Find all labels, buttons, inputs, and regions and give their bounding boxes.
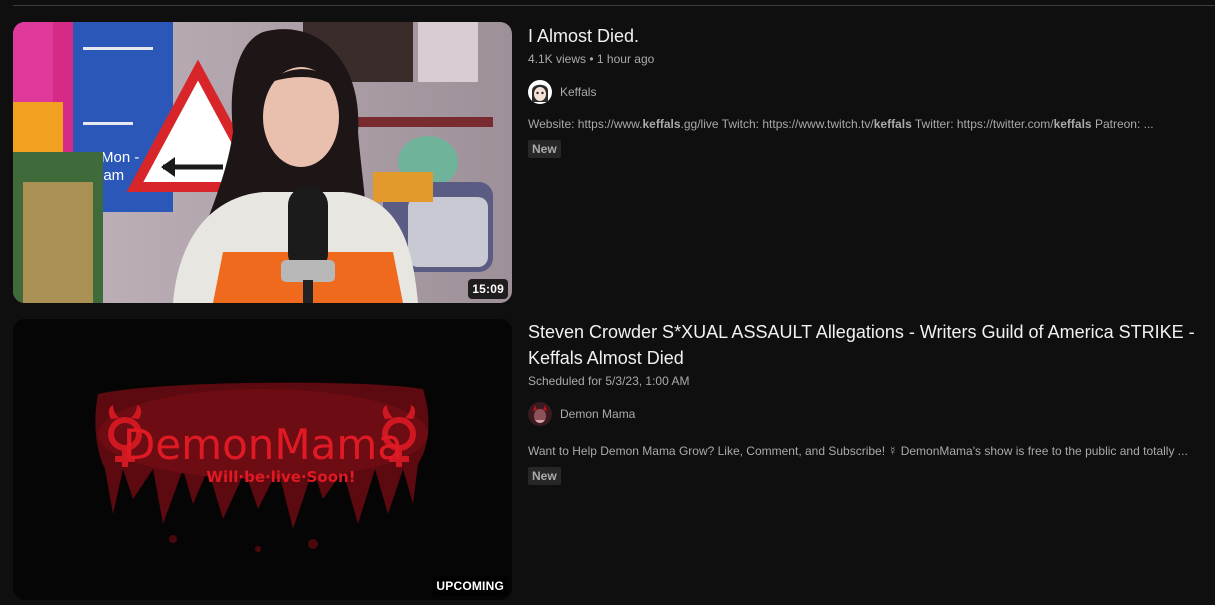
upcoming-badge: UPCOMING [432,576,508,596]
video-thumbnail-2[interactable]: DemonMama Will·be·live·Soon! UPCOMING [13,319,512,600]
video-meta: 4.1K views • 1 hour ago [528,50,1198,68]
thumbnail-image-demon-mama: DemonMama Will·be·live·Soon! [13,319,512,600]
channel-avatar[interactable] [528,80,552,104]
video-title[interactable]: I Almost Died. [528,23,1198,49]
duration-badge: 15:09 [468,279,508,299]
thumbnail-subtitle-text: Will·be·live·Soon! [206,468,355,486]
upload-time: 1 hour ago [596,52,655,66]
video-info-1: I Almost Died. 4.1K views • 1 hour ago K… [528,22,1198,158]
meta-separator: • [589,52,594,66]
scheduled-time: Scheduled for 5/3/23, 1:00 AM [528,374,690,388]
channel-name[interactable]: Keffals [560,85,596,99]
channel-link[interactable]: Keffals [528,80,1198,104]
new-badge: New [528,140,561,158]
video-title[interactable]: Steven Crowder S*XUAL ASSAULT Allegation… [528,319,1198,371]
thumbnail-image-streamer: Mon - 7am [13,22,512,303]
video-info-2: Steven Crowder S*XUAL ASSAULT Allegation… [528,319,1198,485]
video-thumbnail-1[interactable]: Mon - 7am 15:09 [13,22,512,303]
video-description: Website: https://www.keffals.gg/live Twi… [528,117,1154,131]
channel-name[interactable]: Demon Mama [560,407,635,421]
svg-text:Mon -: Mon - [101,149,139,166]
view-count: 4.1K views [528,52,587,66]
thumbnail-title-text: DemonMama [123,420,403,469]
video-result-1[interactable]: Mon - 7am 15:09 I Almost Died. 4.1K view… [13,22,1215,303]
video-result-2[interactable]: DemonMama Will·be·live·Soon! UPCOMING St… [13,319,1215,600]
channel-link[interactable]: Demon Mama [528,402,1198,426]
new-badge: New [528,467,561,485]
top-divider [13,5,1215,6]
video-description: Want to Help Demon Mama Grow? Like, Comm… [528,444,1188,458]
channel-avatar[interactable] [528,402,552,426]
